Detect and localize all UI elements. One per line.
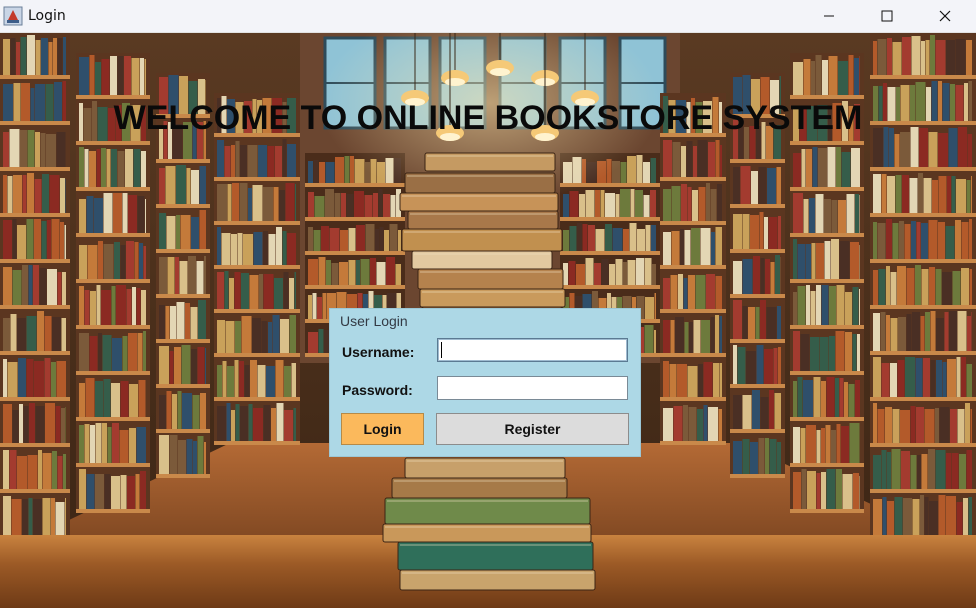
username-field[interactable] xyxy=(437,338,628,362)
panel-title: User Login xyxy=(340,313,408,329)
close-icon xyxy=(939,10,951,22)
welcome-headline: WELCOME TO ONLINE BOOKSTORE SYSTEM xyxy=(113,99,863,137)
window-title-bar: Login xyxy=(0,0,976,33)
login-button[interactable]: Login xyxy=(341,413,424,445)
java-app-icon xyxy=(3,6,23,26)
minimize-button[interactable] xyxy=(800,0,858,32)
window-title: Login xyxy=(28,8,66,24)
username-label: Username: xyxy=(342,344,415,360)
user-login-panel: User Login Username: Password: Login Reg… xyxy=(329,308,641,457)
password-label: Password: xyxy=(342,382,413,398)
password-field[interactable] xyxy=(437,376,628,400)
library-background: WELCOME TO ONLINE BOOKSTORE SYSTEM User … xyxy=(0,33,976,608)
close-button[interactable] xyxy=(916,0,974,32)
minimize-icon xyxy=(824,15,834,17)
maximize-button[interactable] xyxy=(858,0,916,32)
maximize-icon xyxy=(881,10,893,22)
register-button[interactable]: Register xyxy=(436,413,629,445)
text-caret xyxy=(441,342,442,358)
